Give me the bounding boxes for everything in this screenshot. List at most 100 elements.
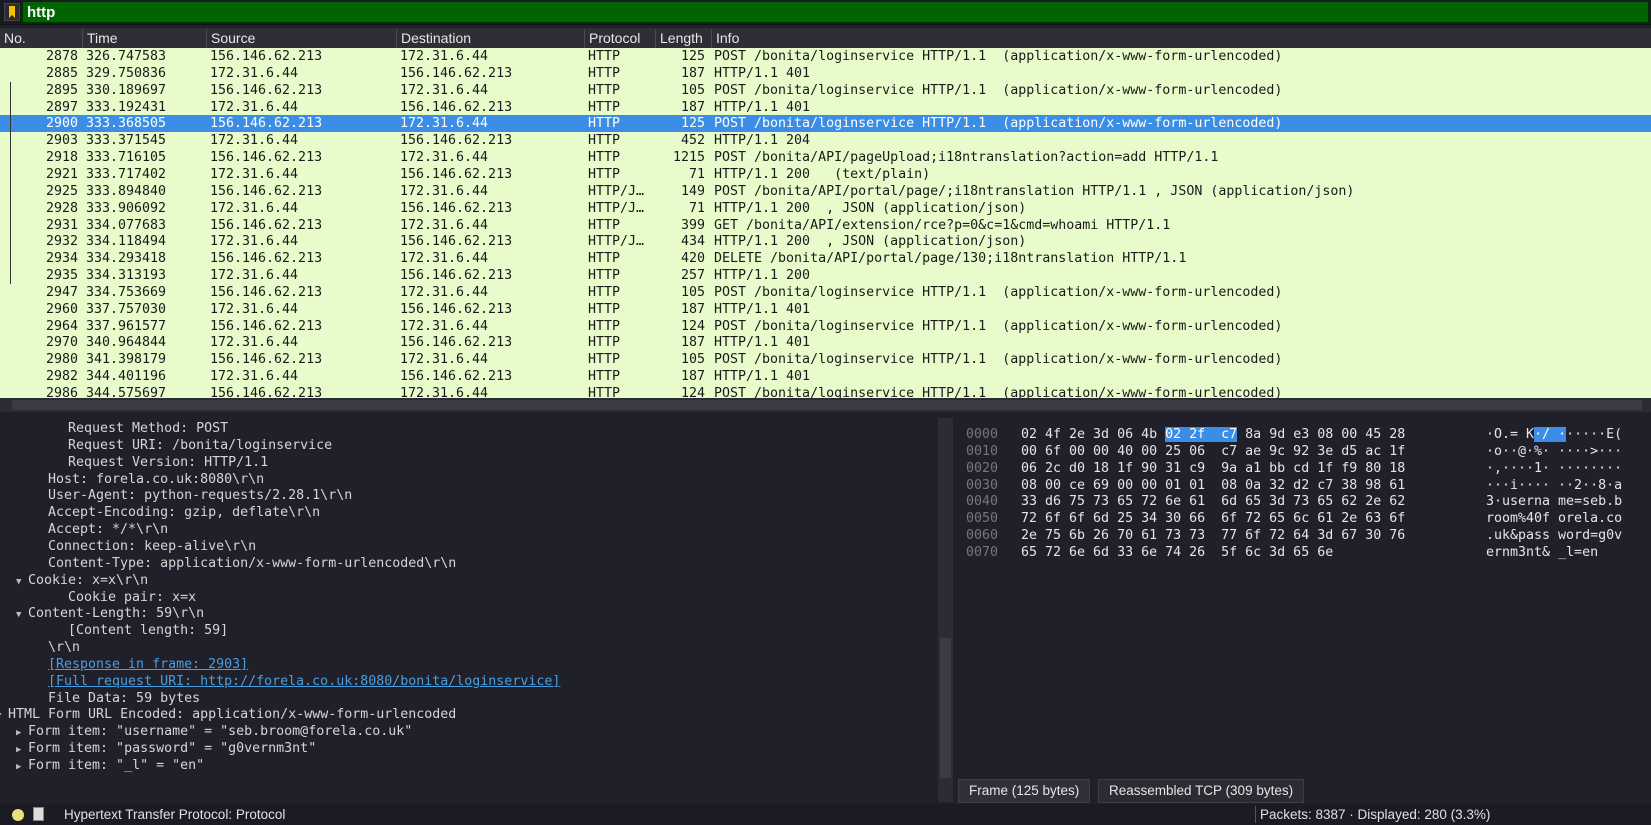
detail-line[interactable]: Request Version: HTTP/1.1 — [68, 454, 268, 471]
column-header-destination[interactable]: Destination — [396, 29, 471, 48]
detail-line[interactable]: Host: forela.co.uk:8080\r\n — [48, 471, 264, 488]
tab-reassembled-tcp[interactable]: Reassembled TCP (309 bytes) — [1098, 779, 1305, 803]
packet-row[interactable]: 2878 326.747583 156.146.62.213 172.31.6.44 H… — [0, 48, 1651, 65]
detail-line[interactable]: File Data: 59 bytes — [48, 690, 200, 707]
cell-no: 2925 — [45, 183, 78, 199]
packet-row[interactable]: 2903 333.371545 172.31.6.44 156.146.62.213 H… — [0, 132, 1651, 149]
packet-row[interactable]: 2897 333.192431 172.31.6.44 156.146.62.213 H… — [0, 99, 1651, 116]
packet-row[interactable]: 2970 340.964844 172.31.6.44 156.146.62.213 H… — [0, 334, 1651, 351]
cell-length: 71 — [688, 166, 705, 182]
packet-row[interactable]: 2925 333.894840 156.146.62.213 172.31.6.44 H… — [0, 183, 1651, 200]
packet-row[interactable]: 2932 334.118494 172.31.6.44 156.146.62.213 H… — [0, 233, 1651, 250]
expanded-arrow-icon[interactable]: ▼ — [16, 574, 28, 591]
cell-info: POST /bonita/API/portal/page/;i18ntransl… — [714, 183, 1355, 199]
hex-bytes[interactable]: 65 72 6e 6d 33 6e 74 26 5f 6c 3d 65 6e — [1021, 544, 1333, 561]
detail-line[interactable]: Request URI: /bonita/loginservice — [68, 437, 332, 454]
column-header-info[interactable]: Info — [711, 29, 739, 48]
detail-line[interactable]: ▼ Content-Length: 59\r\n — [16, 605, 204, 622]
detail-line[interactable]: Accept-Encoding: gzip, deflate\r\n — [48, 504, 320, 521]
packet-row[interactable]: 2986 344.575697 156.146.62.213 172.31.6.44 H… — [0, 385, 1651, 398]
cell-time: 344.575697 — [86, 386, 167, 398]
ascii-bytes[interactable]: ·o··@·%· ····>··· — [1486, 443, 1622, 460]
packet-row[interactable]: 2900 333.368505 156.146.62.213 172.31.6.44 H… — [0, 115, 1651, 133]
hex-offset: 0000 — [966, 427, 999, 442]
cell-destination: 172.31.6.44 — [400, 284, 489, 300]
column-header-no[interactable]: No. — [0, 29, 26, 48]
packet-row[interactable]: 2980 341.398179 156.146.62.213 172.31.6.44 H… — [0, 351, 1651, 368]
detail-line[interactable]: Content-Type: application/x-www-form-url… — [48, 555, 456, 572]
ascii-bytes[interactable]: ···i···· ··2··8·a — [1486, 477, 1622, 494]
packet-row[interactable]: 2885 329.750836 172.31.6.44 156.146.62.213 H… — [0, 65, 1651, 82]
expanded-arrow-icon[interactable]: ▼ — [0, 708, 8, 725]
hex-bytes[interactable]: 06 2c d0 18 1f 90 31 c9 9a a1 bb cd 1f f… — [1021, 460, 1405, 477]
column-header-length[interactable]: Length — [655, 29, 703, 48]
ascii-bytes[interactable]: ·O.= K·/ ······E( — [1486, 426, 1622, 443]
packet-row[interactable]: 2895 330.189697 156.146.62.213 172.31.6.44 H… — [0, 82, 1651, 99]
detail-link[interactable]: [Response in frame: 2903] — [48, 656, 248, 673]
cell-length: 257 — [680, 268, 705, 284]
detail-link[interactable]: [Full request URI: http://forela.co.uk:8… — [48, 673, 560, 690]
packet-row[interactable]: 2931 334.077683 156.146.62.213 172.31.6.44 H… — [0, 217, 1651, 234]
cell-source: 156.146.62.213 — [210, 217, 323, 233]
expanded-arrow-icon[interactable]: ▼ — [16, 607, 28, 624]
packet-list-hscrollbar[interactable] — [0, 398, 1651, 412]
hex-bytes-text: 2e 75 6b 26 70 61 73 73 77 6f 72 64 3d 6… — [1021, 528, 1406, 544]
detail-line[interactable]: ▼ Cookie: x=x\r\n — [16, 572, 148, 589]
packet-row[interactable]: 2934 334.293418 156.146.62.213 172.31.6.44 H… — [0, 250, 1651, 267]
tab-frame[interactable]: Frame (125 bytes) — [958, 779, 1091, 803]
hex-bytes-text: 00 6f 00 00 40 00 25 06 c7 ae 9c 92 3e d… — [1021, 443, 1406, 459]
cell-no: 2885 — [45, 65, 78, 81]
ascii-bytes[interactable]: 3·userna me=seb.b — [1486, 493, 1622, 510]
collapsed-arrow-icon[interactable]: ▶ — [16, 759, 28, 776]
packet-row[interactable]: 2964 337.961577 156.146.62.213 172.31.6.44 H… — [0, 318, 1651, 335]
ascii-bytes[interactable]: ·,····1· ········ — [1486, 460, 1622, 477]
ascii-bytes[interactable]: room%40f orela.co — [1486, 510, 1622, 527]
detail-line[interactable]: \r\n — [48, 639, 80, 656]
detail-line[interactable]: ▼HTML Form URL Encoded: application/x-ww… — [0, 706, 456, 723]
packet-row[interactable]: 2935 334.313193 172.31.6.44 156.146.62.213 H… — [0, 267, 1651, 284]
detail-line[interactable]: ▶ Form item: "_l" = "en" — [16, 757, 204, 774]
cell-protocol: HTTP — [588, 284, 621, 300]
cell-source: 172.31.6.44 — [210, 234, 299, 250]
detail-line[interactable]: ▶ Form item: "password" = "g0vernm3nt" — [16, 740, 316, 757]
cell-time: 340.964844 — [86, 335, 167, 351]
hex-bytes[interactable]: 00 6f 00 00 40 00 25 06 c7 ae 9c 92 3e d… — [1021, 443, 1405, 460]
column-header-protocol[interactable]: Protocol — [584, 29, 640, 48]
hex-bytes[interactable]: 02 4f 2e 3d 06 4b 02 2f c7 8a 9d e3 08 0… — [1021, 426, 1405, 443]
cell-info: POST /bonita/loginservice HTTP/1.1 (appl… — [714, 386, 1283, 398]
detail-line[interactable]: [Content length: 59] — [68, 622, 228, 639]
cell-protocol: HTTP — [588, 116, 621, 132]
ascii-bytes[interactable]: .uk&pass word=g0v — [1486, 527, 1622, 544]
column-header-source[interactable]: Source — [206, 29, 255, 48]
packet-row[interactable]: 2960 337.757030 172.31.6.44 156.146.62.213 H… — [0, 301, 1651, 318]
detail-line[interactable]: Accept: */*\r\n — [48, 521, 168, 538]
detail-text: Connection: keep-alive\r\n — [48, 538, 257, 554]
hex-bytes[interactable]: 2e 75 6b 26 70 61 73 73 77 6f 72 64 3d 6… — [1021, 527, 1405, 544]
cell-destination: 172.31.6.44 — [400, 352, 489, 368]
column-header-time[interactable]: Time — [82, 29, 118, 48]
capture-comment-icon[interactable] — [33, 807, 44, 821]
hex-bytes[interactable]: 08 00 ce 69 00 00 01 01 08 0a 32 d2 c7 3… — [1021, 477, 1405, 494]
packet-row[interactable]: 2921 333.717402 172.31.6.44 156.146.62.213 H… — [0, 166, 1651, 183]
detail-line[interactable]: Cookie pair: x=x — [68, 589, 196, 606]
detail-text: [Response in frame: 2903] — [48, 656, 249, 672]
display-filter-input[interactable] — [22, 1, 1649, 23]
bookmark-icon[interactable] — [4, 3, 20, 21]
cell-destination: 172.31.6.44 — [400, 116, 489, 132]
detail-line[interactable]: Connection: keep-alive\r\n — [48, 538, 256, 555]
detail-line[interactable]: User-Agent: python-requests/2.28.1\r\n — [48, 487, 352, 504]
detail-line[interactable]: Request Method: POST — [68, 420, 228, 437]
detail-line[interactable]: ▶ Form item: "username" = "seb.broom@fore… — [16, 723, 412, 740]
expert-info-icon[interactable] — [12, 809, 24, 821]
cell-protocol: HTTP — [588, 82, 621, 98]
packet-row[interactable]: 2947 334.753669 156.146.62.213 172.31.6.44 H… — [0, 284, 1651, 301]
details-vscrollbar[interactable] — [938, 418, 953, 802]
packet-row[interactable]: 2928 333.906092 172.31.6.44 156.146.62.213 H… — [0, 200, 1651, 217]
hex-bytes[interactable]: 72 6f 6f 6d 25 34 30 66 6f 72 65 6c 61 2… — [1021, 510, 1405, 527]
packet-row[interactable]: 2982 344.401196 172.31.6.44 156.146.62.213 H… — [0, 368, 1651, 385]
cell-destination: 156.146.62.213 — [400, 65, 513, 81]
packet-row[interactable]: 2918 333.716105 156.146.62.213 172.31.6.44 H… — [0, 149, 1651, 166]
hex-bytes[interactable]: 33 d6 75 73 65 72 6e 61 6d 65 3d 73 65 6… — [1021, 493, 1405, 510]
cell-no: 2986 — [45, 386, 78, 398]
ascii-bytes[interactable]: ernm3nt& _l=en — [1486, 544, 1598, 561]
